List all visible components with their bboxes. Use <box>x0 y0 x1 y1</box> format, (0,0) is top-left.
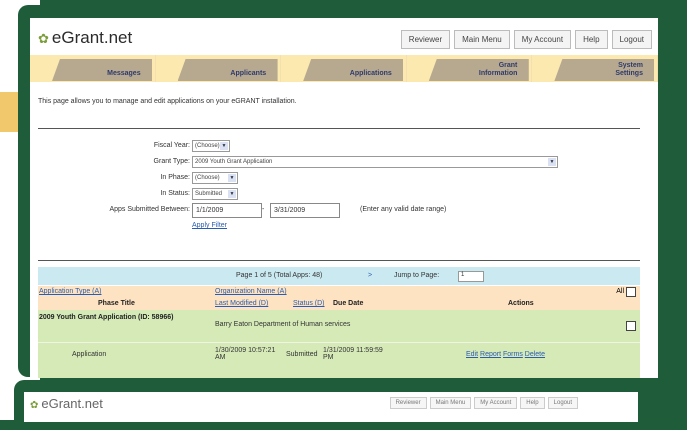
jump-to-page-select[interactable]: 1 <box>458 271 484 282</box>
select-all-label: All <box>616 288 624 295</box>
grant-type-select[interactable]: 2009 Youth Grant Application ▼ <box>192 156 558 168</box>
sort-organization-name-link[interactable]: Organization Name (A) <box>215 288 287 295</box>
tab-messages[interactable]: Messages <box>30 55 156 82</box>
forms-link[interactable]: Forms <box>503 351 523 358</box>
grant-type-row: Grant Type: 2009 Youth Grant Application… <box>30 155 658 169</box>
table-header-row-2: Phase Title Last Modified (D) Status (D)… <box>38 298 640 310</box>
logo-text: eGrant.net <box>51 28 133 47</box>
tab-grant-information[interactable]: Grant Information <box>407 55 533 82</box>
chevron-down-icon: ▼ <box>548 158 556 166</box>
nav-help-button[interactable]: Help <box>520 397 545 409</box>
apps-submitted-label: Apps Submitted Between: <box>109 206 190 213</box>
apply-filter-row: Apply Filter <box>30 222 658 236</box>
fiscal-year-label: Fiscal Year: <box>153 142 190 149</box>
second-window-logo[interactable]: ✿ eGrant.net <box>30 396 103 411</box>
tab-label: Messages <box>107 70 141 77</box>
row-checkbox[interactable] <box>626 321 636 331</box>
next-page-link[interactable]: > <box>368 272 372 279</box>
table-header-row-1: Application Type (A) Organization Name (… <box>38 286 640 298</box>
tab-system-settings[interactable]: System Settings <box>532 55 658 82</box>
nav-my-account-button[interactable]: My Account <box>474 397 518 409</box>
nav-main-menu-button[interactable]: Main Menu <box>454 30 510 49</box>
tab-label: System Settings <box>615 62 643 77</box>
tab-applicants[interactable]: Applicants <box>156 55 282 82</box>
sort-application-type-link[interactable]: Application Type (A) <box>39 288 102 295</box>
group-title: 2009 Youth Grant Application (ID: 58966) <box>39 314 174 321</box>
in-phase-row: In Phase: (Choose) ▼ <box>30 171 658 185</box>
fiscal-year-select[interactable]: (Choose) ▼ <box>192 140 230 152</box>
divider <box>38 260 640 261</box>
date-to-input[interactable]: 3/31/2009 <box>270 203 340 218</box>
nav-help-button[interactable]: Help <box>575 30 608 49</box>
phase-title-header: Phase Title <box>98 300 135 307</box>
nav-logout-button[interactable]: Logout <box>547 397 578 409</box>
tab-label: Applications <box>349 70 392 77</box>
main-tabs: Messages Applicants Applications Grant In… <box>30 55 658 82</box>
nav-logout-button[interactable]: Logout <box>611 30 652 49</box>
row-status: Submitted <box>286 351 318 358</box>
nav-reviewer-button[interactable]: Reviewer <box>389 397 427 409</box>
date-range-row: Apps Submitted Between: 1/1/2009 - 3/31/… <box>30 203 658 219</box>
second-window: ✿ eGrant.net Reviewer Main Menu My Accoun… <box>24 392 638 422</box>
date-from-input[interactable]: 1/1/2009 <box>192 203 262 218</box>
actions-header: Actions <box>508 300 534 307</box>
leaf-icon: ✿ <box>38 31 49 46</box>
chevron-down-icon: ▼ <box>228 174 236 182</box>
date-range-hint: (Enter any valid date range) <box>360 206 447 213</box>
row-due-date: 1/31/2009 11:59:59 PM <box>323 347 383 361</box>
second-window-nav: Reviewer Main Menu My Account Help Logou… <box>389 397 578 409</box>
jump-to-page-label: Jump to Page: <box>394 272 440 279</box>
sort-last-modified-link[interactable]: Last Modified (D) <box>215 300 268 307</box>
in-status-row: In Status: Submitted ▼ <box>30 187 658 201</box>
divider <box>38 128 640 129</box>
group-organization: Barry Eaton Department of Human services <box>215 321 351 328</box>
leaf-icon: ✿ <box>30 400 39 411</box>
apply-filter-link[interactable]: Apply Filter <box>192 222 227 229</box>
page-info: Page 1 of 5 (Total Apps: 48) <box>236 272 323 279</box>
tab-applications[interactable]: Applications <box>281 55 407 82</box>
report-link[interactable]: Report <box>480 351 501 358</box>
date-dash: - <box>262 206 265 213</box>
grant-type-label: Grant Type: <box>153 158 190 165</box>
tab-label: Applicants <box>230 70 267 77</box>
row-actions: Edit Report Forms Delete <box>466 351 545 358</box>
chevron-down-icon: ▼ <box>220 142 228 150</box>
pagination-bar: Page 1 of 5 (Total Apps: 48) > Jump to P… <box>38 267 640 285</box>
row-last-modified: 1/30/2009 10:57:21 AM <box>215 347 276 361</box>
sort-status-link[interactable]: Status (D) <box>293 300 325 307</box>
intro-text: This page allows you to manage and edit … <box>38 98 297 105</box>
edit-link[interactable]: Edit <box>466 351 478 358</box>
nav-main-menu-button[interactable]: Main Menu <box>429 397 472 409</box>
in-phase-select[interactable]: (Choose) ▼ <box>192 172 238 184</box>
nav-my-account-button[interactable]: My Account <box>513 30 572 49</box>
row-phase: Application <box>72 351 107 358</box>
fiscal-year-row: Fiscal Year: (Choose) ▼ <box>30 139 658 153</box>
chevron-down-icon: ▼ <box>228 190 236 198</box>
nav-reviewer-button[interactable]: Reviewer <box>400 30 451 49</box>
table-group-row: 2009 Youth Grant Application (ID: 58966)… <box>38 310 640 342</box>
due-date-header: Due Date <box>333 300 364 307</box>
app-logo[interactable]: ✿ eGrant.net <box>38 28 132 48</box>
tab-label: Grant Information <box>478 62 518 77</box>
in-status-select[interactable]: Submitted ▼ <box>192 188 238 200</box>
select-all-checkbox[interactable] <box>626 287 636 297</box>
table-row: Application 1/30/2009 10:57:21 AM Submitt… <box>38 342 640 378</box>
in-phase-label: In Phase: <box>160 174 190 181</box>
main-window: ✿ eGrant.net Reviewer Main Menu My Accoun… <box>30 18 658 378</box>
in-status-label: In Status: <box>160 190 190 197</box>
delete-link[interactable]: Delete <box>525 351 545 358</box>
top-nav: Reviewer Main Menu My Account Help Logou… <box>400 30 652 49</box>
